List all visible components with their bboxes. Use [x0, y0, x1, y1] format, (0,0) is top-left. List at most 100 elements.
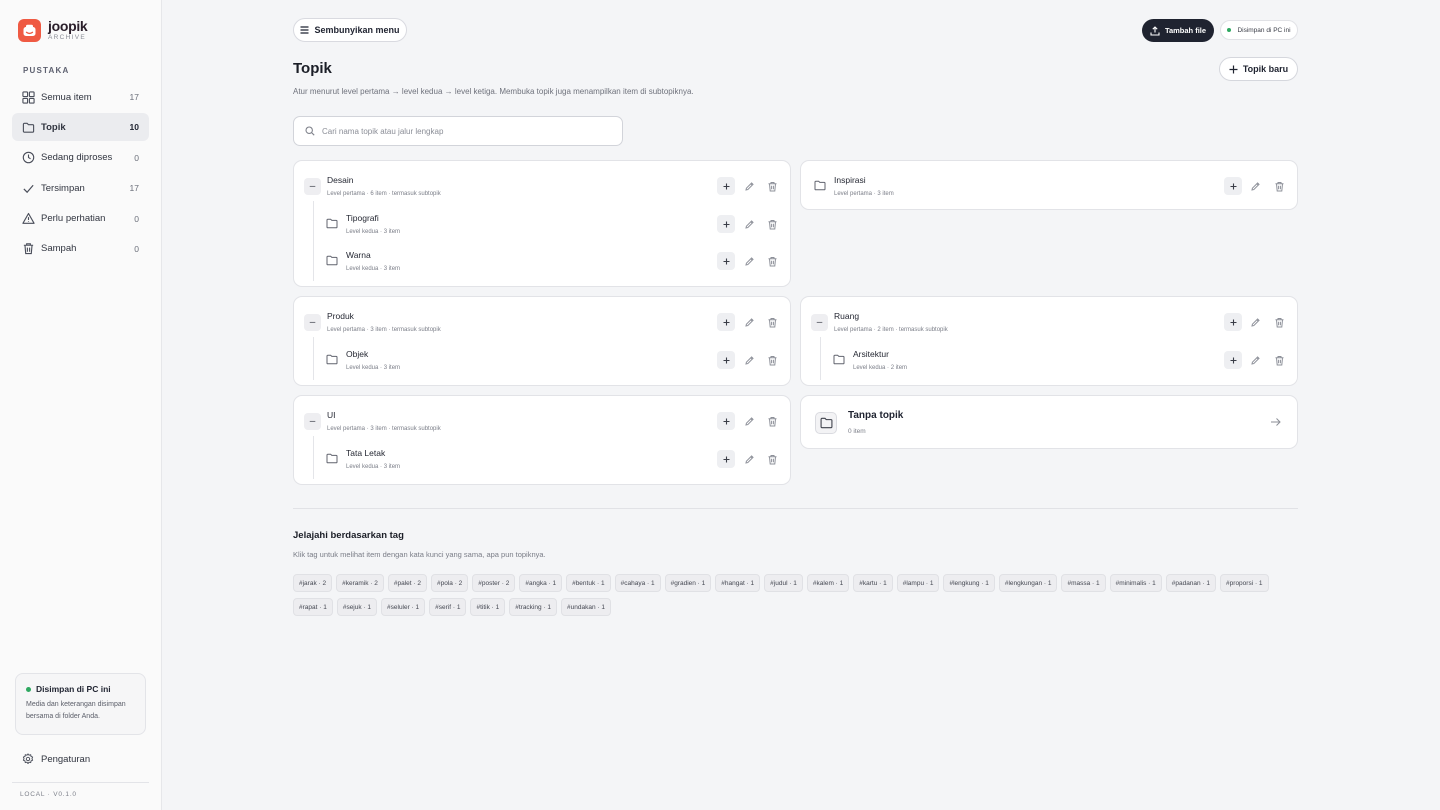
add-subtopic-button[interactable]: [717, 351, 735, 369]
tag-chip[interactable]: #titik · 1: [470, 598, 506, 616]
logo[interactable]: joopik ARCHIVE: [18, 19, 88, 42]
tag-chip[interactable]: #minimalis · 1: [1109, 574, 1162, 592]
tag-chip[interactable]: #massa · 1: [1061, 574, 1106, 592]
subtopic-name[interactable]: Warna: [346, 250, 371, 260]
trash-icon[interactable]: [767, 256, 778, 267]
topic-card-desain: – Desain Level pertama · 6 item · termas…: [293, 160, 791, 287]
pencil-icon[interactable]: [744, 256, 755, 267]
add-subtopic-button[interactable]: [1224, 313, 1242, 331]
tag-chip[interactable]: #rapat · 1: [293, 598, 333, 616]
tag-chip[interactable]: #lengkung · 1: [943, 574, 995, 592]
add-file-label: Tambah file: [1164, 26, 1207, 35]
tag-chip[interactable]: #bentuk · 1: [566, 574, 611, 592]
pencil-icon[interactable]: [1250, 317, 1261, 328]
sidebar-item-count: 10: [129, 122, 139, 133]
pencil-icon[interactable]: [744, 454, 755, 465]
plus-icon: [723, 418, 729, 424]
folder-icon: [326, 453, 338, 464]
add-subtopic-button[interactable]: [717, 252, 735, 270]
pencil-icon[interactable]: [1250, 181, 1261, 192]
add-subtopic-button[interactable]: [717, 412, 735, 430]
tag-chip[interactable]: #cahaya · 1: [614, 574, 661, 592]
add-subtopic-button[interactable]: [717, 313, 735, 331]
topic-meta: Level pertama · 2 item · termasuk subtop…: [834, 327, 948, 333]
no-topic-meta: 0 item: [848, 428, 866, 435]
collapse-button[interactable]: –: [304, 314, 321, 331]
collapse-button[interactable]: –: [304, 413, 321, 430]
topic-card-inspirasi: Inspirasi Level pertama · 3 item: [800, 160, 1298, 210]
pencil-icon[interactable]: [744, 181, 755, 192]
topic-card-produk: – Produk Level pertama · 3 item · termas…: [293, 296, 791, 386]
topic-name[interactable]: UI: [327, 410, 336, 420]
pencil-icon[interactable]: [744, 317, 755, 328]
add-subtopic-button[interactable]: [1224, 177, 1242, 195]
trash-icon[interactable]: [767, 416, 778, 427]
topic-row: – Desain Level pertama · 6 item · termas…: [294, 161, 790, 205]
trash-icon[interactable]: [1274, 317, 1285, 328]
pencil-icon[interactable]: [744, 355, 755, 366]
upload-icon: [1150, 25, 1160, 36]
tag-chip[interactable]: #lampu · 1: [896, 574, 940, 592]
tag-chip[interactable]: #serif · 1: [429, 598, 467, 616]
sidebar-item-perlu-perhatian[interactable]: Perlu perhatian 0: [12, 205, 149, 233]
subtopic-name[interactable]: Arsitektur: [853, 349, 889, 359]
tag-chip[interactable]: #undakan · 1: [561, 598, 611, 616]
no-topic-name: Tanpa topik: [848, 410, 904, 421]
pencil-icon[interactable]: [744, 219, 755, 230]
trash-icon[interactable]: [767, 454, 778, 465]
sidebar-item-topik[interactable]: Topik 10: [12, 113, 149, 142]
subtopic-name[interactable]: Tata Letak: [346, 448, 385, 458]
pencil-icon[interactable]: [744, 416, 755, 427]
tag-chip[interactable]: #jarak · 2: [293, 574, 333, 592]
tag-chip[interactable]: #proporsi · 1: [1220, 574, 1269, 592]
tag-chip[interactable]: #lengkungan · 1: [998, 574, 1058, 592]
collapse-button[interactable]: –: [304, 178, 321, 195]
clock-icon: [22, 152, 35, 164]
subtopic-row: Tata Letak Level kedua · 3 item: [294, 440, 790, 477]
saved-local-badge: Disimpan di PC ini: [1220, 20, 1298, 40]
trash-icon[interactable]: [767, 181, 778, 192]
tag-chip[interactable]: #pola · 2: [430, 574, 469, 592]
subtopic-name[interactable]: Objek: [346, 349, 368, 359]
tag-chip[interactable]: #kalem · 1: [806, 574, 850, 592]
trash-icon[interactable]: [767, 317, 778, 328]
tag-chip[interactable]: #judul · 1: [764, 574, 803, 592]
trash-icon[interactable]: [1274, 181, 1285, 192]
add-subtopic-button[interactable]: [1224, 351, 1242, 369]
no-topic-card[interactable]: Tanpa topik 0 item: [800, 395, 1298, 449]
tag-chip[interactable]: #angka · 1: [519, 574, 563, 592]
tag-chip[interactable]: #kartu · 1: [853, 574, 893, 592]
topic-name[interactable]: Produk: [327, 311, 354, 321]
settings-button[interactable]: Pengaturan: [12, 748, 149, 770]
sidebar-nav: Semua item 17 Topik 10 Sedang diproses 0…: [12, 83, 149, 265]
tag-chip[interactable]: #palet · 2: [387, 574, 427, 592]
tag-chip[interactable]: #keramik · 2: [336, 574, 384, 592]
sidebar-item-semua-item[interactable]: Semua item 17: [12, 83, 149, 111]
tag-chip[interactable]: #sejuk · 1: [336, 598, 378, 616]
sidebar-item-sedang-diproses[interactable]: Sedang diproses 0: [12, 144, 149, 172]
tag-chip[interactable]: #gradien · 1: [664, 574, 712, 592]
hide-menu-button[interactable]: Sembunyikan menu: [293, 18, 407, 42]
subtopic-name[interactable]: Tipografi: [346, 213, 379, 223]
add-subtopic-button[interactable]: [717, 177, 735, 195]
add-subtopic-button[interactable]: [717, 215, 735, 233]
new-topic-button[interactable]: Topik baru: [1219, 57, 1298, 81]
trash-icon[interactable]: [767, 355, 778, 366]
topic-name[interactable]: Inspirasi: [834, 175, 866, 185]
trash-icon[interactable]: [1274, 355, 1285, 366]
tag-chip[interactable]: #padanan · 1: [1165, 574, 1217, 592]
tag-chip[interactable]: #poster · 2: [472, 574, 516, 592]
tag-chip[interactable]: #seluler · 1: [381, 598, 426, 616]
collapse-button[interactable]: –: [811, 314, 828, 331]
add-file-button[interactable]: Tambah file: [1142, 19, 1214, 42]
tag-chip[interactable]: #tracking · 1: [509, 598, 558, 616]
pencil-icon[interactable]: [1250, 355, 1261, 366]
topic-name[interactable]: Desain: [327, 175, 353, 185]
search-input[interactable]: [322, 126, 602, 136]
topic-name[interactable]: Ruang: [834, 311, 859, 321]
tag-chip[interactable]: #hangat · 1: [715, 574, 761, 592]
sidebar-item-sampah[interactable]: Sampah 0: [12, 235, 149, 263]
sidebar-item-tersimpan[interactable]: Tersimpan 17: [12, 174, 149, 202]
trash-icon[interactable]: [767, 219, 778, 230]
add-subtopic-button[interactable]: [717, 450, 735, 468]
